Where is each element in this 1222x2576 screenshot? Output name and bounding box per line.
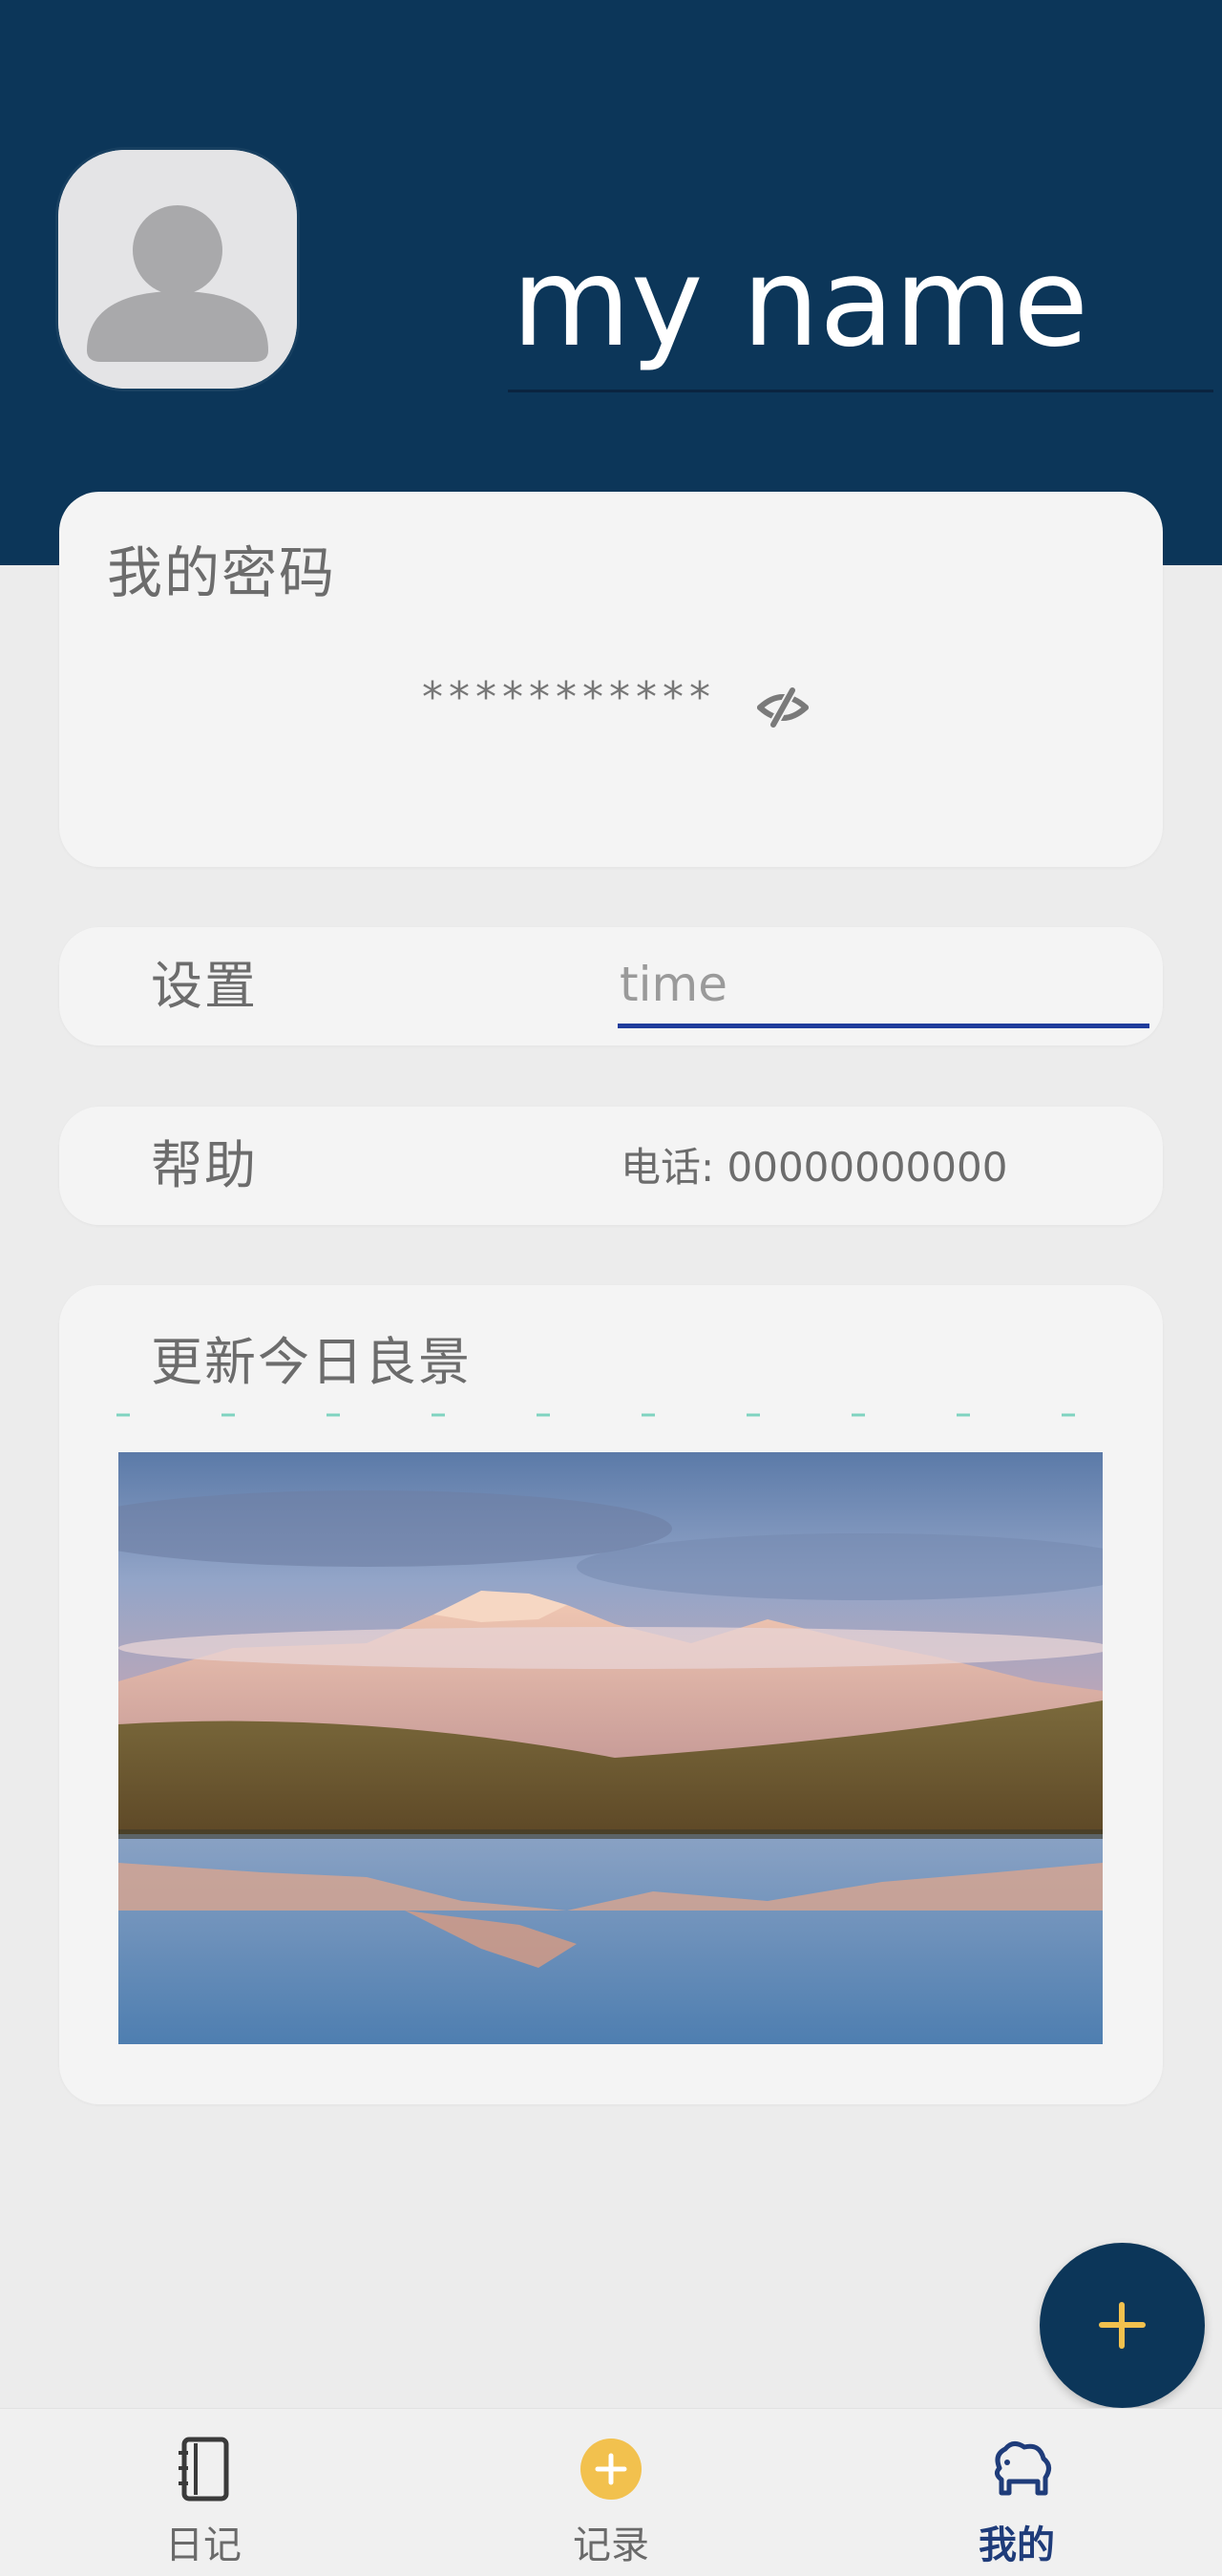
time-input[interactable] [618, 944, 1149, 1028]
mountain-lake-photo[interactable] [118, 1452, 1103, 2044]
notebook-icon [179, 2437, 229, 2502]
tab-record-label: 记录 [573, 2523, 649, 2567]
password-masked-value: *********** [422, 673, 716, 722]
profile-header: my name [0, 0, 1222, 565]
settings-label: 设置 [151, 956, 258, 1016]
tab-mine-label: 我的 [979, 2523, 1055, 2567]
sheep-icon [994, 2441, 1051, 2496]
avatar[interactable] [58, 150, 297, 389]
password-card-title: 我的密码 [107, 540, 337, 605]
bottom-tab-bar: 日记 记录 我的 [0, 2408, 1222, 2576]
tab-diary-label: 日记 [165, 2523, 242, 2567]
help-label: 帮助 [151, 1135, 258, 1195]
dashed-divider [116, 1413, 1128, 1417]
tab-diary[interactable]: 日记 [108, 2409, 299, 2576]
eye-off-icon[interactable] [752, 679, 813, 732]
tab-mine[interactable]: 我的 [921, 2409, 1112, 2576]
username-field[interactable]: my name [508, 218, 1213, 392]
password-card: 我的密码 *********** [59, 492, 1163, 867]
settings-row: 设置 [59, 927, 1163, 1045]
add-fab-button[interactable] [1040, 2243, 1205, 2408]
plus-circle-icon [580, 2439, 642, 2500]
plus-icon [1099, 2302, 1146, 2349]
tab-record[interactable]: 记录 [516, 2409, 706, 2576]
daily-photo-card: 更新今日良景 [59, 1285, 1163, 2104]
help-phone-number: 电话: 00000000000 [621, 1144, 1008, 1191]
help-row[interactable]: 帮助 电话: 00000000000 [59, 1107, 1163, 1225]
photo-card-title: 更新今日良景 [151, 1332, 472, 1392]
user-silhouette-icon [58, 150, 297, 389]
landscape-image [118, 1452, 1103, 2044]
